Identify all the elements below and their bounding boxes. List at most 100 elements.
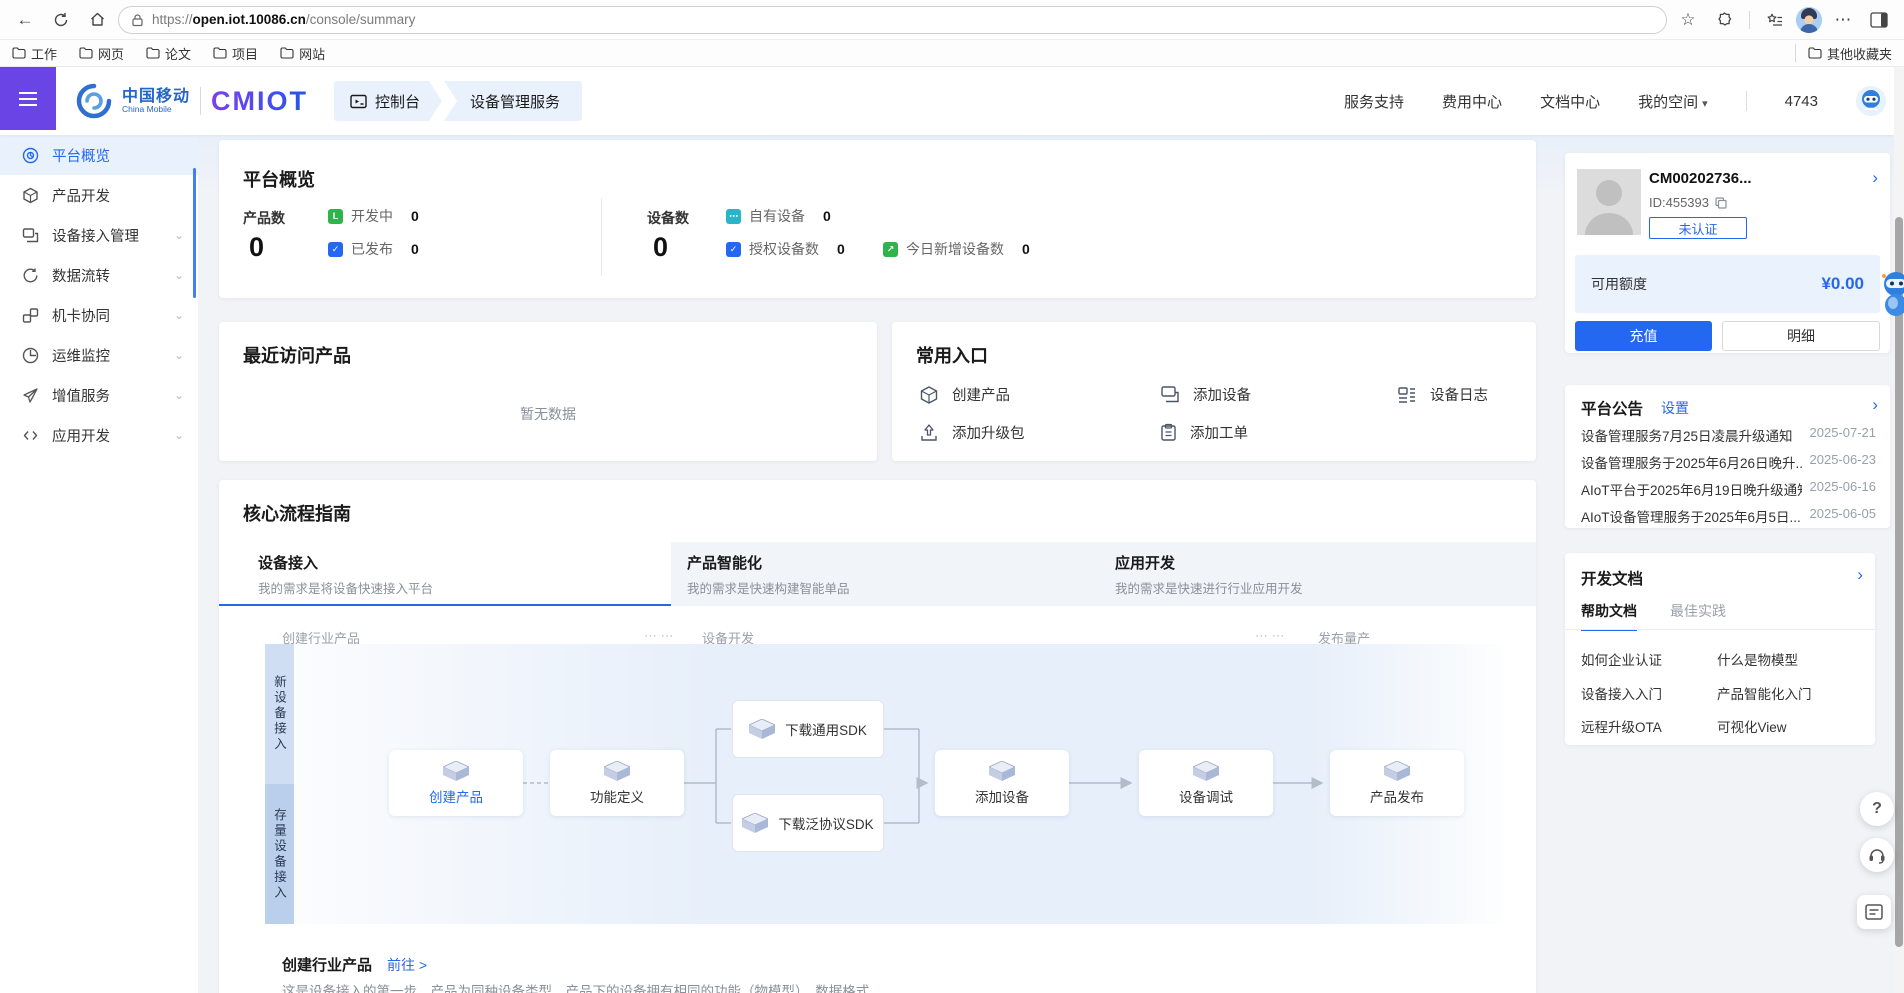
bookmark-folder-web[interactable]: 网页 [79, 44, 124, 63]
user-mascot-avatar[interactable] [1856, 86, 1886, 116]
doc-link-ota-upgrade[interactable]: 远程升级OTA [1581, 716, 1662, 736]
doc-link-visual-view[interactable]: 可视化View [1717, 716, 1787, 736]
copy-icon[interactable] [1715, 197, 1727, 209]
account-chevron-icon[interactable]: › [1872, 168, 1878, 188]
node-label: 下载通用SDK [785, 719, 867, 739]
announcements-settings-link[interactable]: 设置 [1661, 398, 1689, 418]
tab-product-intelligence[interactable]: 产品智能化 我的需求是快速构建智能单品 [671, 542, 1099, 606]
question-icon: ? [1872, 800, 1882, 818]
doc-link-product-intelligence-intro[interactable]: 产品智能化入门 [1717, 683, 1812, 703]
announcement-row[interactable]: 设备管理服务7月25日凌晨升级通知2025-07-21 [1581, 425, 1876, 445]
favorites-hub-button[interactable] [1760, 5, 1790, 35]
quick-add-device[interactable]: 添加设备 [1160, 384, 1251, 405]
stack-box-icon [749, 719, 775, 739]
sidebar-item-app-dev[interactable]: 应用开发 ⌄ [0, 415, 198, 455]
node-download-pan-protocol-sdk[interactable]: 下载泛协议SDK [732, 794, 884, 852]
doc-link-enterprise-cert[interactable]: 如何企业认证 [1581, 649, 1662, 669]
copilot-sidebar-button[interactable] [1864, 5, 1894, 35]
device-count-value: 0 [653, 232, 668, 263]
unverified-badge[interactable]: 未认证 [1649, 217, 1747, 239]
today-new-device-stat: ↗ 今日新增设备数0 [883, 239, 1030, 259]
url-text: https://open.iot.10086.cn/console/summar… [152, 12, 415, 27]
node-download-common-sdk[interactable]: 下载通用SDK [732, 700, 884, 758]
tab-app-development[interactable]: 应用开发 我的需求是快速进行行业应用开发 [1099, 542, 1536, 606]
support-float-button[interactable] [1860, 838, 1894, 872]
favorite-this-page-button[interactable]: ☆ [1673, 5, 1703, 35]
own-device-icon: ⋯ [726, 209, 741, 224]
sidebar-item-sim-collab[interactable]: 机卡协同 ⌄ [0, 295, 198, 335]
feedback-float-button[interactable] [1857, 895, 1891, 929]
bookmark-folder-sites[interactable]: 网站 [280, 44, 325, 63]
stack-box-icon [989, 761, 1015, 781]
other-favorites-folder[interactable]: 其他收藏夹 [1808, 44, 1892, 63]
guide-footer-title: 创建行业产品 [282, 954, 372, 975]
recharge-button[interactable]: 充值 [1575, 321, 1712, 351]
tab-device-access[interactable]: 设备接入 我的需求是将设备快速接入平台 [219, 542, 671, 606]
device-access-icon [22, 227, 39, 244]
browser-menu-button[interactable]: ⋯ [1828, 5, 1858, 35]
account-avatar[interactable] [1577, 169, 1641, 235]
docs-chevron-icon[interactable]: › [1857, 565, 1863, 585]
refresh-button[interactable] [46, 5, 76, 35]
nav-service-support[interactable]: 服务支持 [1344, 91, 1404, 112]
nav-my-space[interactable]: 我的空间▾ [1638, 91, 1708, 112]
scrollbar-thumb[interactable] [1895, 217, 1903, 947]
browser-essentials-button[interactable] [1709, 5, 1739, 35]
bookmark-folder-projects[interactable]: 项目 [213, 44, 258, 63]
announcement-row[interactable]: AIoT平台于2025年6月19日晚升级通知2025-06-16 [1581, 479, 1876, 499]
sidebar-item-platform-overview[interactable]: 平台概览 [0, 135, 198, 175]
help-float-button[interactable]: ? [1860, 792, 1894, 826]
headset-icon [1868, 847, 1886, 864]
guide-go-link[interactable]: 前往 > [387, 955, 427, 975]
node-add-device[interactable]: 添加设备 [935, 750, 1069, 816]
docs-tab-help[interactable]: 帮助文档 [1581, 601, 1637, 631]
sidebar-item-label: 平台概览 [52, 145, 110, 166]
browser-profile-avatar[interactable] [1796, 7, 1822, 33]
bookmark-folder-papers[interactable]: 论文 [146, 44, 191, 63]
breadcrumb-device-service[interactable]: 设备管理服务 [444, 81, 582, 121]
docs-tab-best-practice[interactable]: 最佳实践 [1670, 601, 1726, 621]
page-scrollbar[interactable] [1894, 67, 1904, 993]
details-button[interactable]: 明细 [1722, 321, 1880, 351]
sidebar-item-product-dev[interactable]: 产品开发 [0, 175, 198, 215]
node-product-publish[interactable]: 产品发布 [1330, 750, 1464, 816]
back-button[interactable]: ← [10, 5, 40, 35]
doc-link-device-access-intro[interactable]: 设备接入入门 [1581, 683, 1662, 703]
assistant-mascot[interactable] [1878, 270, 1904, 318]
quick-add-ticket[interactable]: 添加工单 [1160, 422, 1248, 443]
sidebar-item-label: 设备接入管理 [52, 225, 139, 246]
core-flow-guide-card: 核心流程指南 设备接入 我的需求是将设备快速接入平台 产品智能化 我的需求是快速… [219, 480, 1536, 993]
sidebar-item-label: 机卡协同 [52, 305, 110, 326]
sidebar-item-value-added[interactable]: 增值服务 ⌄ [0, 375, 198, 415]
bookmark-folder-work[interactable]: 工作 [12, 44, 57, 63]
quick-device-log[interactable]: 设备日志 [1397, 384, 1488, 405]
doc-link-thing-model[interactable]: 什么是物模型 [1717, 649, 1798, 669]
node-device-debug[interactable]: 设备调试 [1139, 750, 1273, 816]
sidebar-item-label: 产品开发 [52, 185, 110, 206]
quick-create-product[interactable]: 创建产品 [919, 384, 1010, 405]
nav-billing-center[interactable]: 费用中心 [1442, 91, 1502, 112]
bookmarks-divider [1795, 44, 1796, 62]
announcements-card: 平台公告 设置 › 设备管理服务7月25日凌晨升级通知2025-07-21 设备… [1565, 385, 1890, 528]
node-create-product[interactable]: 创建产品 [389, 750, 523, 816]
quick-add-upgrade-package[interactable]: 添加升级包 [919, 422, 1025, 443]
nav-doc-center[interactable]: 文档中心 [1540, 91, 1600, 112]
operator-name-en: China Mobile [122, 105, 190, 114]
sidebar-item-data-flow[interactable]: 数据流转 ⌄ [0, 255, 198, 295]
announcement-row[interactable]: 设备管理服务于2025年6月26日晚升...2025-06-23 [1581, 452, 1876, 472]
announcement-row[interactable]: AIoT设备管理服务于2025年6月5日...2025-06-05 [1581, 506, 1876, 526]
sidebar-scroll-indicator[interactable] [193, 168, 196, 298]
sidebar-item-device-access[interactable]: 设备接入管理 ⌄ [0, 215, 198, 255]
home-button[interactable] [82, 5, 112, 35]
folder-icon [12, 47, 26, 59]
menu-toggle-button[interactable] [0, 67, 56, 130]
quick-entry-label: 创建产品 [952, 384, 1010, 405]
docs-title: 开发文档 [1581, 567, 1643, 589]
address-bar[interactable]: https://open.iot.10086.cn/console/summar… [118, 6, 1667, 34]
points-value[interactable]: 4743 [1785, 93, 1818, 110]
node-function-definition[interactable]: 功能定义 [550, 750, 684, 816]
announcements-chevron-icon[interactable]: › [1872, 395, 1878, 415]
sidebar-item-ops-monitor[interactable]: 运维监控 ⌄ [0, 335, 198, 375]
account-name[interactable]: CM00202736... [1649, 170, 1752, 187]
breadcrumb-console[interactable]: 控制台 [334, 81, 442, 121]
